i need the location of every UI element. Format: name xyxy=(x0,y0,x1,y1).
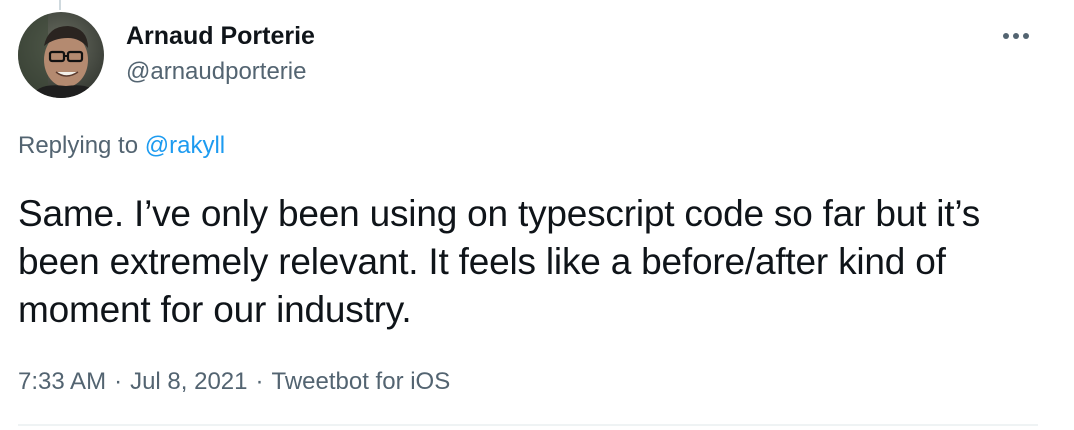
author-handle[interactable]: @arnaudporterie xyxy=(126,56,315,88)
tweet-text: Same. I’ve only been using on typescript… xyxy=(18,193,980,330)
meta-separator: · xyxy=(255,368,264,395)
tweet-time-link[interactable]: 7:33 AM xyxy=(18,366,106,398)
divider xyxy=(18,424,1038,426)
replying-to-label: Replying to xyxy=(18,132,145,159)
meta-separator: · xyxy=(114,368,123,395)
thread-connector-line xyxy=(59,0,61,10)
avatar-image xyxy=(18,12,104,98)
reply-to-handle-link[interactable]: @rakyll xyxy=(145,132,225,159)
tweet-header: Arnaud Porterie @arnaudporterie xyxy=(126,20,315,88)
tweet-meta: 7:33 AM · Jul 8, 2021 · Tweetbot for iOS xyxy=(18,366,450,398)
author-display-name[interactable]: Arnaud Porterie xyxy=(126,20,315,52)
tweet-source-link[interactable]: Tweetbot for iOS xyxy=(271,366,450,398)
more-options-button[interactable] xyxy=(998,24,1034,48)
tweet-date-link[interactable]: Jul 8, 2021 xyxy=(130,366,247,398)
tweet-card: Arnaud Porterie @arnaudporterie Replying… xyxy=(0,0,1074,430)
avatar[interactable] xyxy=(18,12,104,98)
replying-to-line: Replying to @rakyll xyxy=(18,130,225,162)
more-horizontal-icon xyxy=(1003,33,1029,39)
